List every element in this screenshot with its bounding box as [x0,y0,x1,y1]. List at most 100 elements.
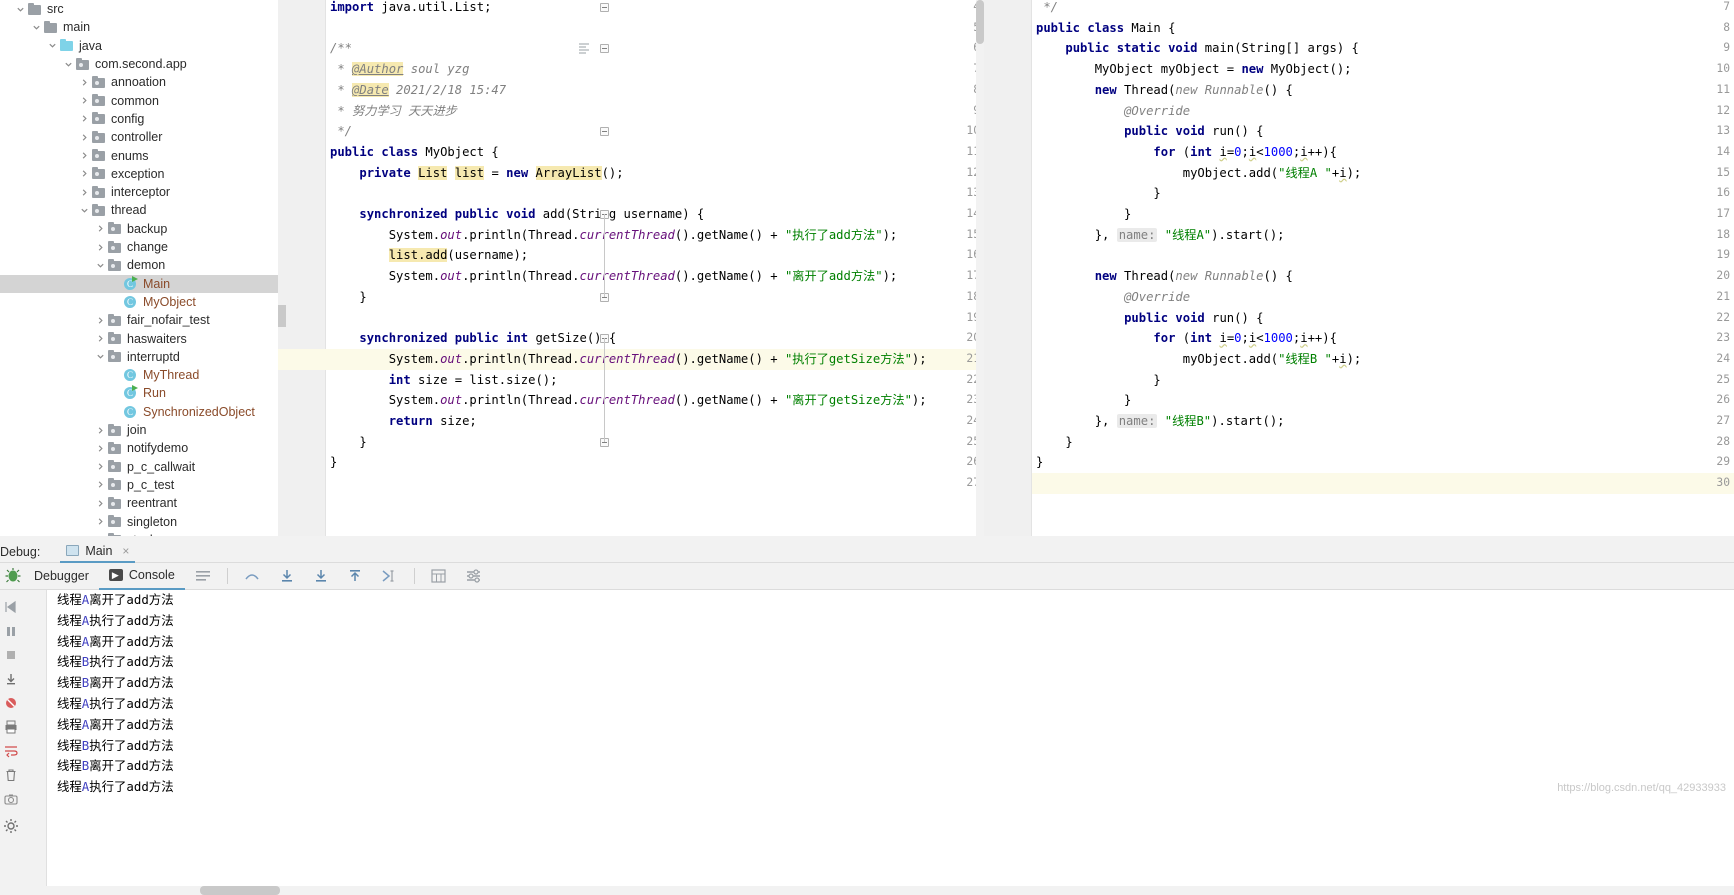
code-line[interactable]: System.out.println(Thread.currentThread(… [278,225,984,246]
tree-item-notifydemo[interactable]: notifydemo [0,439,278,457]
code-line[interactable]: for (int i=0;i<1000;i++){ [984,142,1734,163]
run-to-cursor-icon[interactable] [372,563,408,590]
chevron-right-icon[interactable] [94,243,107,252]
resume-icon[interactable] [0,600,22,614]
chevron-right-icon[interactable] [94,316,107,325]
tree-item-fair-nofair-test[interactable]: fair_nofair_test [0,311,278,329]
soft-wrap-icon[interactable] [0,744,22,758]
code-line[interactable]: synchronized public int getSize() { [278,328,984,349]
code-line[interactable] [984,473,1734,494]
code-line[interactable]: }, name: "线程A").start(); [984,225,1734,246]
force-step-into-icon[interactable] [304,563,338,590]
code-line[interactable]: } [984,432,1734,453]
code-line[interactable]: new Thread(new Runnable() { [984,266,1734,287]
code-line[interactable]: System.out.println(Thread.currentThread(… [278,390,984,411]
chevron-right-icon[interactable] [94,334,107,343]
debug-session-tab-main[interactable]: Main × [60,541,136,563]
evaluate-icon[interactable] [421,563,456,590]
fold-toggle-icon[interactable] [600,3,609,12]
code-line[interactable]: public void run() { [984,308,1734,329]
project-tree-panel[interactable]: src main java com.second.app annoation common… [0,0,278,580]
tree-item-p-c-callwait[interactable]: p_c_callwait [0,458,278,476]
code-line[interactable] [278,183,984,204]
debug-left-rail-secondary[interactable] [22,590,46,895]
code-line[interactable]: myObject.add("线程A "+i); [984,163,1734,184]
chevron-right-icon[interactable] [94,499,107,508]
chevron-down-icon[interactable] [78,206,91,215]
code-line[interactable]: @Override [984,101,1734,122]
chevron-right-icon[interactable] [78,188,91,197]
tree-item-p-c-test[interactable]: p_c_test [0,476,278,494]
code-line[interactable]: */ [984,0,1734,18]
tree-item-exception[interactable]: exception [0,165,278,183]
chevron-right-icon[interactable] [78,78,91,87]
code-line[interactable]: } [984,452,1734,473]
tree-item-main[interactable]: main [0,18,278,36]
chevron-right-icon[interactable] [94,224,107,233]
tab-console[interactable]: ▶ Console [98,563,185,590]
code-line[interactable]: /** [278,38,984,59]
code-line[interactable]: } [278,452,984,473]
menu-icon[interactable] [185,563,221,590]
trash-icon[interactable] [0,768,22,782]
tree-item-mythread[interactable]: C MyThread [0,366,278,384]
code-line[interactable]: System.out.println(Thread.currentThread(… [278,349,984,370]
chevron-down-icon[interactable] [14,5,27,14]
code-line[interactable]: */ [278,121,984,142]
tree-item-join[interactable]: join [0,421,278,439]
tree-item-annoation[interactable]: annoation [0,73,278,91]
code-line[interactable]: return size; [278,411,984,432]
camera-icon[interactable] [0,792,22,806]
code-line[interactable]: public class MyObject { [278,142,984,163]
stop-icon[interactable] [0,648,22,662]
tree-item-config[interactable]: config [0,110,278,128]
tree-item-change[interactable]: change [0,238,278,256]
chevron-down-icon[interactable] [30,23,43,32]
code-line[interactable]: } [984,204,1734,225]
tree-item-src[interactable]: src [0,0,278,18]
code-line[interactable]: } [984,390,1734,411]
code-line[interactable]: new Thread(new Runnable() { [984,80,1734,101]
tree-item-controller[interactable]: controller [0,128,278,146]
editor-main[interactable]: 7 */8 public class Main {9 public static … [984,0,1734,536]
tree-item-backup[interactable]: backup [0,220,278,238]
code-line[interactable]: } [984,183,1734,204]
editor-left-vscrollbar-track[interactable] [976,0,984,536]
tree-item-myobject[interactable]: C MyObject [0,293,278,311]
close-icon[interactable]: × [122,544,129,558]
step-over-icon[interactable] [234,563,270,590]
code-line[interactable]: MyObject myObject = new MyObject(); [984,59,1734,80]
view-breakpoints-icon[interactable] [0,672,22,686]
console-hscrollbar-track[interactable] [46,886,1734,895]
code-line[interactable]: } [278,432,984,453]
tree-item-haswaiters[interactable]: haswaiters [0,329,278,347]
code-line[interactable]: @Override [984,287,1734,308]
chevron-right-icon[interactable] [78,133,91,142]
fold-toggle-icon[interactable] [600,127,609,137]
chevron-right-icon[interactable] [78,151,91,160]
code-line[interactable]: int size = list.size(); [278,370,984,391]
code-line[interactable]: myObject.add("线程B "+i); [984,349,1734,370]
chevron-down-icon[interactable] [94,261,107,270]
chevron-down-icon[interactable] [94,352,107,361]
code-line[interactable] [278,308,984,329]
code-line[interactable]: public class Main { [984,18,1734,39]
debug-bug-icon[interactable] [4,566,22,586]
chevron-right-icon[interactable] [94,462,107,471]
chevron-right-icon[interactable] [78,96,91,105]
fold-toggle-icon[interactable] [600,44,609,54]
chevron-right-icon[interactable] [94,444,107,453]
chevron-right-icon[interactable] [94,426,107,435]
chevron-right-icon[interactable] [94,480,107,489]
step-out-icon[interactable] [338,563,372,590]
tree-item-thread[interactable]: thread [0,201,278,219]
tree-item-interruptd[interactable]: interruptd [0,348,278,366]
code-line[interactable]: System.out.println(Thread.currentThread(… [278,266,984,287]
code-line[interactable]: import java.util.List; [278,0,984,18]
tree-item-synchronizedobject[interactable]: C SynchronizedObject [0,403,278,421]
console-hscrollbar-thumb[interactable] [200,886,280,895]
chevron-down-icon[interactable] [62,60,75,69]
code-line[interactable]: private List list = new ArrayList(); [278,163,984,184]
code-line[interactable]: public static void main(String[] args) { [984,38,1734,59]
code-line[interactable]: * @Date 2021/2/18 15:47 [278,80,984,101]
